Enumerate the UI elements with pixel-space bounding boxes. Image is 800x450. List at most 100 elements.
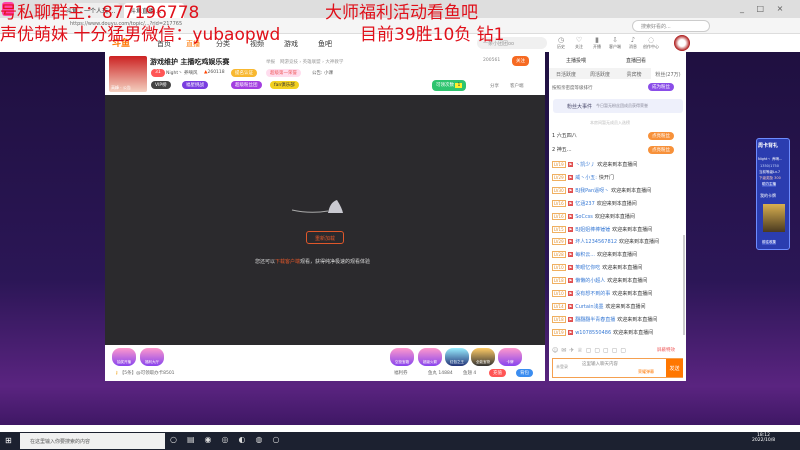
welfare-button[interactable]: 福利券 bbox=[394, 370, 408, 376]
chat-username[interactable]: 懒懒的小超人 bbox=[575, 278, 605, 284]
claim-button[interactable]: 可领次数 1 bbox=[432, 80, 467, 91]
chat-message: LV28 ⚑ 每积云... 欢迎来到本直播间 bbox=[552, 251, 682, 262]
chat-message: LV16 ⚑ SoCcss 欢迎来到本直播间 bbox=[552, 212, 682, 224]
minimize-button[interactable]: _ bbox=[740, 4, 744, 13]
fan-badge: ⚑ bbox=[567, 265, 574, 271]
chat-username[interactable]: Curtain浅墨 bbox=[575, 304, 603, 310]
overlay-text: 目前39胜10负 钻1 bbox=[360, 25, 505, 45]
history-button[interactable]: ◷ 历史 bbox=[552, 36, 570, 50]
chat-username[interactable]: 忆涵237 bbox=[575, 201, 595, 207]
chat-username[interactable]: 每积云... bbox=[575, 252, 595, 258]
chat-tools[interactable]: ☺✉✈♕▢▢▢▢▢ bbox=[552, 347, 629, 354]
widget-collect-button[interactable]: 前往收集 bbox=[762, 240, 776, 245]
streamer-name[interactable]: Night丶 养嘀风 bbox=[166, 70, 198, 76]
hot-value: ▲260118 bbox=[204, 70, 225, 75]
taskbar-apps[interactable]: ○▤◉◎◐◍○ bbox=[170, 435, 289, 444]
rank-row[interactable]: 1 六五四八 点亮粉丝 bbox=[552, 132, 682, 143]
client-watch-button[interactable]: 客户端 bbox=[510, 83, 524, 89]
room-notice: 公告: 小课 bbox=[312, 71, 333, 76]
browser-search-input[interactable]: 搜索好看的... bbox=[632, 20, 710, 32]
chat-text: 欢迎来到本直播间 bbox=[597, 162, 638, 168]
chat-username[interactable]: 没有想不到的事 bbox=[575, 291, 610, 297]
broadcast-icon: ▮ bbox=[595, 36, 599, 44]
close-button[interactable]: × bbox=[777, 4, 784, 13]
download-client-link[interactable]: 下载客户端 bbox=[275, 259, 300, 265]
shield-effects-toggle[interactable]: 屏蔽特效 bbox=[657, 347, 675, 353]
vip-badge[interactable]: VIP榜 bbox=[151, 81, 171, 89]
gift-welfare-hall[interactable]: 福利大厅 bbox=[140, 348, 164, 366]
send-button[interactable]: 发送 bbox=[666, 359, 683, 377]
chat-username[interactable]: BJ我Pan逼呀丶 bbox=[575, 188, 609, 194]
join-fans-button[interactable]: 成为粉丝 bbox=[648, 83, 674, 91]
fan-badge: ⚑ bbox=[567, 239, 574, 245]
rank-row[interactable]: 2 神五... 点亮粉丝 bbox=[552, 146, 682, 157]
tab-daily[interactable]: 日活跃度 bbox=[549, 68, 583, 79]
gift-redpacket[interactable]: 红包之王 bbox=[445, 348, 469, 366]
gift-card[interactable]: 卡牌 bbox=[498, 348, 522, 366]
chat-message: LV15 ⚑ BJ姐姐棒棒锤锤 欢迎来到本直播间 bbox=[552, 225, 682, 237]
report-link[interactable]: 举报 bbox=[266, 59, 275, 65]
tag-honor: 超级第一荣誉 bbox=[266, 69, 301, 77]
feed-link[interactable]: 主播投喂 bbox=[566, 57, 586, 64]
user-level-badge: LV15 bbox=[552, 225, 566, 233]
chat-text: 欢迎来到本直播间 bbox=[613, 329, 654, 336]
chat-username[interactable]: 坏人1234567812 bbox=[575, 239, 617, 245]
widget-card-title: 我的卡牌 bbox=[760, 193, 776, 198]
level-badge: 31 bbox=[151, 69, 165, 77]
gift-airdrop[interactable]: 空投宝箱 bbox=[390, 348, 414, 366]
fan-club-badge[interactable]: fan俱乐部 bbox=[270, 81, 299, 89]
user-level-badge: LV28 bbox=[552, 251, 566, 259]
chat-username[interactable]: BJ姐姐棒棒锤锤 bbox=[575, 227, 610, 233]
share-button[interactable]: 分享 bbox=[490, 83, 499, 89]
message-button[interactable]: ♪ 消息 bbox=[624, 36, 642, 50]
notice-ticker[interactable]: ⚷ 【5条】@可领取办卡8501 bbox=[115, 370, 175, 376]
video-player[interactable] bbox=[105, 95, 545, 345]
broadcast-button[interactable]: ▮ 开播 bbox=[588, 36, 606, 50]
user-avatar[interactable] bbox=[674, 35, 690, 51]
chat-username[interactable]: SoCcss bbox=[575, 214, 593, 220]
chat-username[interactable]: 丶凯少丿 bbox=[575, 162, 595, 168]
chat-text: 欢迎来到本直播间 bbox=[605, 303, 646, 310]
window-controls[interactable]: _ □ × bbox=[740, 4, 783, 13]
windows-start-icon[interactable]: ⊞ bbox=[5, 436, 12, 445]
chat-username[interactable]: 威丶小五: bbox=[575, 175, 597, 181]
category-breadcrumb[interactable]: 网游竞技 › 英雄联盟 › 大神教学 bbox=[280, 59, 343, 65]
chat-username[interactable]: 笑眼忆你吃 bbox=[575, 265, 600, 271]
user-level-badge: LV14 bbox=[552, 302, 566, 310]
overlay-text: 声优萌妹 十分猛男微信：yubaopwd bbox=[0, 25, 281, 45]
chat-scrollbar[interactable] bbox=[683, 235, 685, 335]
chat-placeholder[interactable]: 这里输入聊天内容 bbox=[582, 361, 618, 367]
maximize-button[interactable]: □ bbox=[757, 4, 765, 13]
tab-vip[interactable]: 贵宾榜 bbox=[617, 68, 651, 79]
widget-next: 下级奖励 300 bbox=[759, 176, 781, 180]
tab-fans[interactable]: 粉丝(27万) bbox=[651, 68, 685, 79]
fans-event-banner[interactable]: 粉丝大事件 今日暂无粉丝团成员获得荣誉 bbox=[553, 99, 683, 113]
user-level-badge: LV16 bbox=[552, 212, 566, 220]
chat-text: 欢迎来到本直播间 bbox=[602, 265, 643, 272]
replay-link[interactable]: 直播回看 bbox=[626, 57, 646, 64]
chat-username[interactable]: w1078550486 bbox=[575, 330, 611, 336]
taskbar-search[interactable]: 在这里输入你要搜索的内容 bbox=[20, 433, 165, 449]
reload-button[interactable]: 重新加载 bbox=[306, 231, 344, 244]
follow-button[interactable]: 关注 bbox=[512, 56, 529, 66]
login-status: 未登录 bbox=[556, 364, 568, 369]
follow-button[interactable]: ♡ 关注 bbox=[570, 36, 588, 50]
bag-button[interactable]: 背包 bbox=[516, 369, 533, 377]
widget-support-button[interactable]: 助力主播 bbox=[762, 182, 776, 187]
browser-statusbar bbox=[0, 425, 800, 432]
creator-button[interactable]: ◌ 创作中心 bbox=[642, 36, 660, 50]
fans-badge[interactable]: 超级粉丝团 bbox=[231, 81, 262, 89]
nav-yuba[interactable]: 鱼吧 bbox=[318, 39, 332, 49]
gift-rocket[interactable]: 超级火箭 bbox=[418, 348, 442, 366]
client-button[interactable]: ⇩ 客户端 bbox=[606, 36, 624, 50]
lucky-badge[interactable]: 福星挑战 bbox=[182, 81, 208, 89]
chat-username[interactable]: 翻翻翻半青春直播 bbox=[575, 317, 615, 323]
fan-badge: ⚑ bbox=[567, 174, 574, 180]
barrage-button[interactable]: 荣耀弹幕 bbox=[638, 369, 654, 375]
charge-button[interactable]: 充值 bbox=[489, 369, 506, 377]
gift-lottery[interactable]: 抽奖开播 bbox=[112, 348, 136, 366]
fan-badge: ⚑ bbox=[567, 252, 574, 258]
gift-treasure[interactable]: 全能宝物 bbox=[471, 348, 495, 366]
nav-game[interactable]: 游戏 bbox=[284, 39, 298, 49]
tab-weekly[interactable]: 周活跃度 bbox=[583, 68, 617, 79]
